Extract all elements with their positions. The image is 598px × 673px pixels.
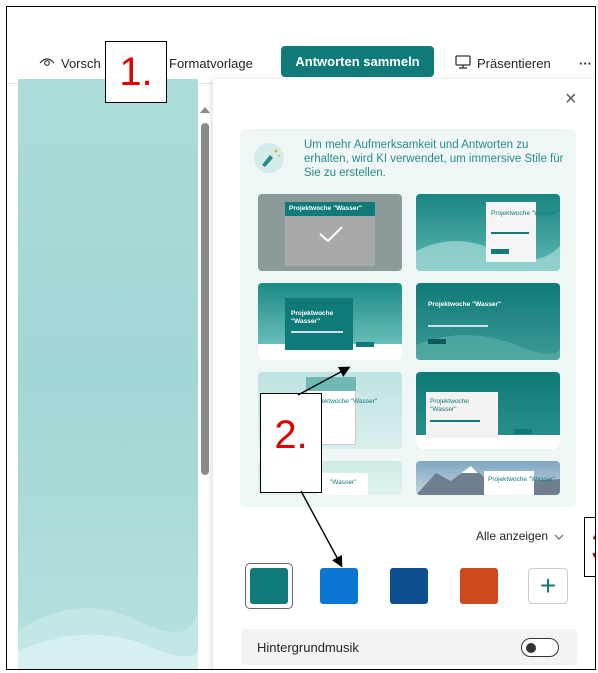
arrow-to-theme: [297, 366, 351, 396]
arrow-to-swatch: [300, 490, 343, 568]
annotation-arrows: [297, 366, 351, 568]
window-frame: Vorsch Formatvorlage Antworten sammeln P…: [6, 6, 596, 670]
